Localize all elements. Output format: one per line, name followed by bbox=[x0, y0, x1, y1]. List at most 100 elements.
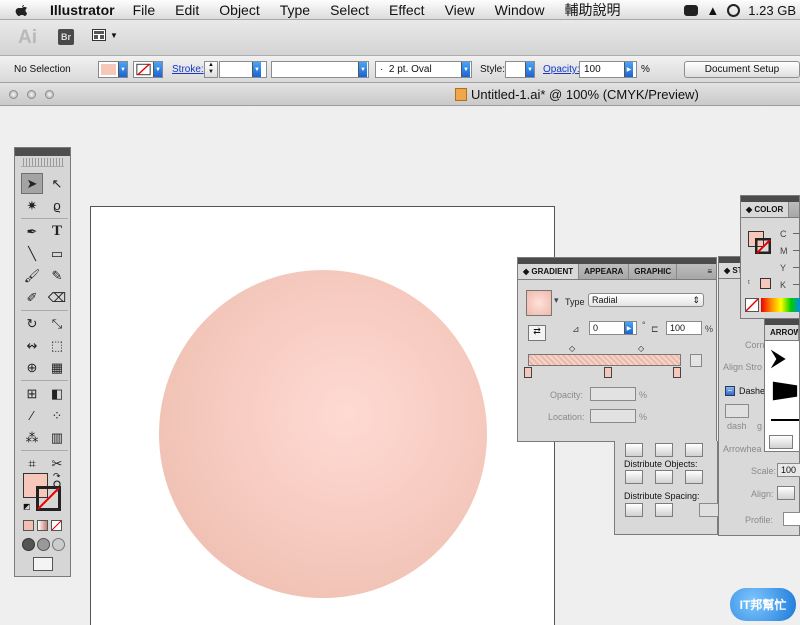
channel-y-slider[interactable] bbox=[793, 267, 800, 268]
none-color-icon[interactable] bbox=[745, 298, 759, 312]
profile-field[interactable] bbox=[783, 512, 800, 526]
timemachine-icon[interactable] bbox=[727, 3, 741, 17]
dash-field[interactable] bbox=[725, 404, 749, 418]
draw-inside-icon[interactable] bbox=[52, 538, 65, 551]
zoom-window-button[interactable] bbox=[45, 90, 54, 99]
fill-stroke-widget[interactable]: ↷ ◩ bbox=[23, 471, 63, 513]
eraser-tool-icon[interactable]: ⌫ bbox=[46, 287, 68, 308]
variable-width-field[interactable] bbox=[271, 61, 369, 78]
menu-view[interactable]: View bbox=[445, 2, 475, 18]
gradient-delete-icon[interactable] bbox=[690, 354, 702, 367]
midpoint-diamond-2[interactable]: ◇ bbox=[638, 344, 644, 353]
bridge-button[interactable]: Br bbox=[58, 29, 74, 45]
gradient-preview-arrow[interactable]: ▾ bbox=[554, 295, 559, 306]
tools-panel-grip[interactable] bbox=[21, 158, 64, 167]
variable-width-dropdown[interactable]: ▼ bbox=[358, 62, 367, 77]
distribute-vcenter-icon[interactable] bbox=[655, 470, 673, 484]
color-mode-icon[interactable] bbox=[23, 520, 34, 531]
blend-tool-icon[interactable]: ⁘ bbox=[46, 405, 68, 426]
stop-opacity-field[interactable] bbox=[590, 387, 636, 401]
graph-tool-icon[interactable]: ▥ bbox=[46, 427, 68, 448]
channel-c-slider[interactable] bbox=[793, 233, 800, 234]
gradient-stop-middle[interactable] bbox=[604, 367, 612, 378]
channel-m-slider[interactable] bbox=[793, 250, 800, 251]
free-transform-tool-icon[interactable]: ⬚ bbox=[46, 335, 68, 356]
tools-panel-header[interactable] bbox=[15, 148, 70, 156]
symbol-sprayer-tool-icon[interactable]: ⁂ bbox=[21, 427, 43, 448]
panel-menu-icon[interactable]: ≡ bbox=[703, 264, 716, 279]
spacing-field[interactable] bbox=[699, 503, 719, 517]
angle-dropdown[interactable]: ▶ bbox=[624, 322, 633, 334]
swap-fill-stroke-icon[interactable]: ↷ bbox=[53, 471, 61, 482]
magic-wand-tool-icon[interactable]: ✷ bbox=[21, 195, 43, 216]
color-spectrum-bar[interactable] bbox=[761, 298, 800, 312]
gradient-slider[interactable] bbox=[528, 354, 681, 366]
distribute-bottom-icon[interactable] bbox=[685, 470, 703, 484]
artboard-tool-icon[interactable]: ⌗ bbox=[21, 453, 43, 474]
opacity-dropdown[interactable]: ▶ bbox=[624, 62, 633, 77]
gradient-mode-icon[interactable] bbox=[37, 520, 48, 531]
dashed-line-checkbox[interactable]: − bbox=[725, 386, 735, 396]
stroke-link[interactable]: Stroke: bbox=[172, 64, 204, 75]
aspect-ratio-field[interactable]: 100 bbox=[666, 321, 702, 335]
tab-gradient[interactable]: ◆ GRADIENT bbox=[518, 264, 580, 279]
stroke-swatch-dropdown[interactable]: ▼ bbox=[133, 61, 163, 78]
shape-builder-tool-icon[interactable]: ⊕ bbox=[21, 357, 43, 378]
brush-dropdown[interactable]: ▼ bbox=[461, 62, 470, 77]
mesh-tool-icon[interactable]: ⊞ bbox=[21, 383, 43, 404]
channel-k-slider[interactable] bbox=[793, 284, 800, 285]
tab-appearance[interactable]: APPEARA bbox=[579, 264, 630, 279]
align-top-icon[interactable] bbox=[685, 443, 703, 457]
menu-edit[interactable]: Edit bbox=[175, 2, 199, 18]
draw-behind-icon[interactable] bbox=[37, 538, 50, 551]
distribute-vspace-icon[interactable] bbox=[625, 503, 643, 517]
arrowheads-menu-button[interactable] bbox=[769, 435, 793, 449]
distribute-top-icon[interactable] bbox=[625, 470, 643, 484]
radial-gradient-circle[interactable] bbox=[159, 270, 487, 598]
arrowhead-chevron-icon[interactable] bbox=[767, 347, 795, 371]
line-tool-icon[interactable]: ╲ bbox=[21, 243, 43, 264]
opacity-link[interactable]: Opacity: bbox=[543, 64, 580, 75]
gradient-stop-right[interactable] bbox=[673, 367, 681, 378]
artboard[interactable] bbox=[90, 206, 555, 625]
scale-tool-icon[interactable]: ⤡ bbox=[46, 313, 68, 334]
tab-color[interactable]: ◆ COLOR bbox=[741, 202, 790, 217]
document-setup-button[interactable]: Document Setup bbox=[684, 61, 800, 78]
gradient-preview-swatch[interactable] bbox=[526, 290, 552, 316]
menu-file[interactable]: File bbox=[133, 2, 156, 18]
gradient-stop-left[interactable] bbox=[524, 367, 532, 378]
menu-type[interactable]: Type bbox=[280, 2, 310, 18]
close-window-button[interactable] bbox=[9, 90, 18, 99]
camera-icon[interactable] bbox=[684, 4, 699, 16]
gradient-type-select[interactable]: Radial ⇕ bbox=[588, 293, 704, 307]
brush-definition-field[interactable]: · 2 pt. Oval bbox=[375, 61, 472, 78]
arrowhead-block-icon[interactable] bbox=[771, 379, 799, 403]
none-mode-icon[interactable] bbox=[51, 520, 62, 531]
align-center-icon[interactable] bbox=[655, 443, 673, 457]
menu-help[interactable]: 輔助說明 bbox=[564, 0, 620, 20]
draw-normal-icon[interactable] bbox=[22, 538, 35, 551]
stop-location-field[interactable] bbox=[590, 409, 636, 423]
align-bottom-icon[interactable] bbox=[625, 443, 643, 457]
lasso-tool-icon[interactable]: ϱ bbox=[46, 195, 68, 216]
blob-brush-tool-icon[interactable]: ✐ bbox=[21, 287, 43, 308]
minimize-window-button[interactable] bbox=[27, 90, 36, 99]
pencil-tool-icon[interactable]: ✎ bbox=[46, 265, 68, 286]
menu-app-name[interactable]: Illustrator bbox=[50, 2, 115, 18]
memory-status[interactable]: 1.23 GB bbox=[748, 3, 796, 18]
arrow-align-icon[interactable] bbox=[777, 486, 795, 500]
selection-tool-icon[interactable]: ➤ bbox=[21, 173, 43, 194]
direct-selection-tool-icon[interactable]: ↖ bbox=[46, 173, 68, 194]
distribute-hspace-icon[interactable] bbox=[655, 503, 673, 517]
fill-swatch-dropdown[interactable]: ▼ bbox=[98, 61, 128, 78]
midpoint-diamond-1[interactable]: ◇ bbox=[569, 344, 575, 353]
type-tool-icon[interactable]: T bbox=[46, 221, 68, 242]
drive-icon[interactable]: ▲ bbox=[706, 3, 719, 18]
menu-effect[interactable]: Effect bbox=[389, 2, 425, 18]
eyedropper-tool-icon[interactable]: ⁄ bbox=[21, 405, 43, 426]
reverse-gradient-icon[interactable]: ⇄ bbox=[528, 325, 546, 341]
menu-select[interactable]: Select bbox=[330, 2, 369, 18]
screen-mode-button[interactable] bbox=[33, 557, 53, 571]
paintbrush-tool-icon[interactable]: 🖌 bbox=[21, 265, 43, 286]
menu-object[interactable]: Object bbox=[219, 2, 259, 18]
